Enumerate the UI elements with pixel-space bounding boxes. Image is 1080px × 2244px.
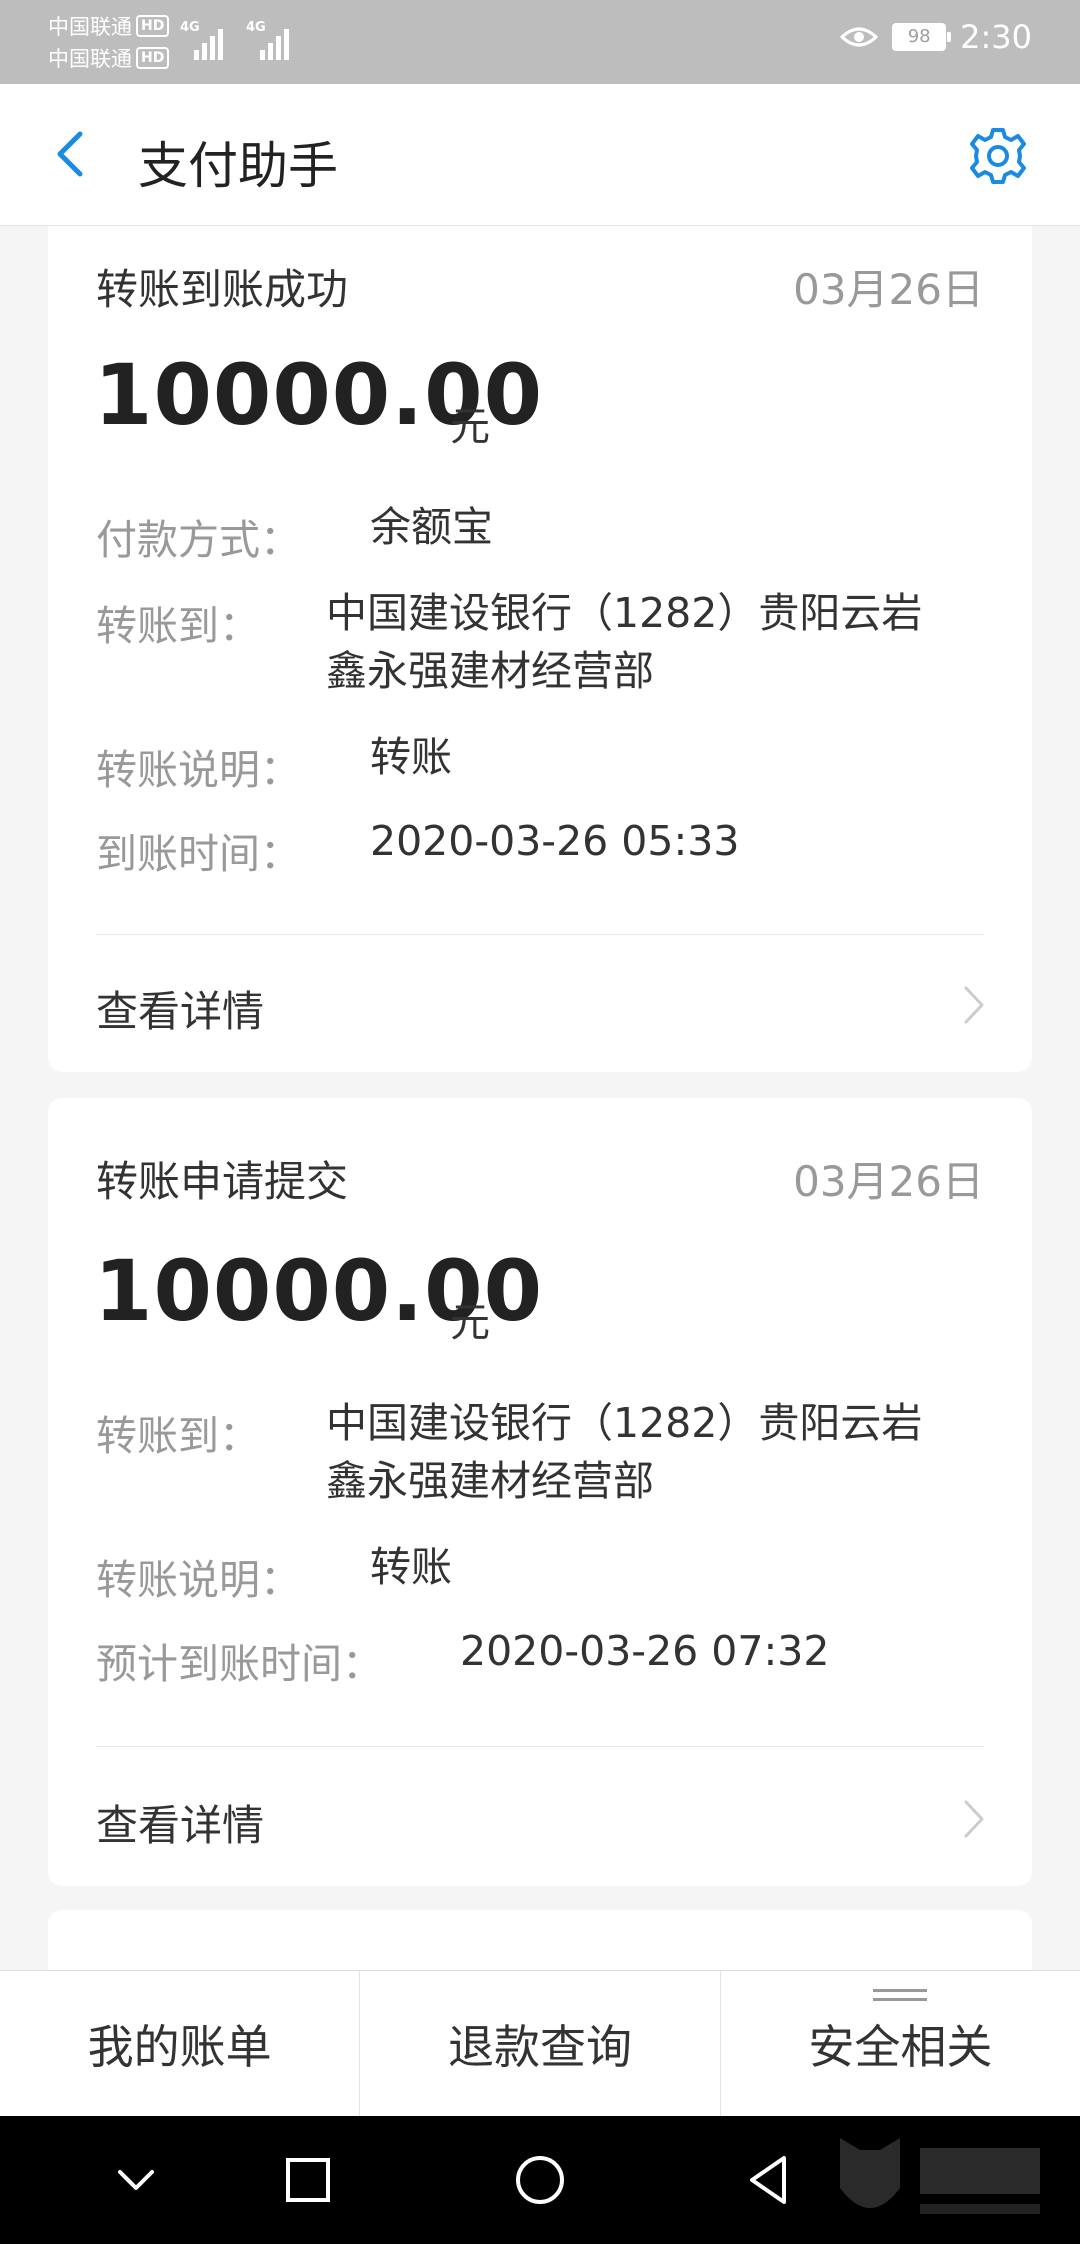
- transfer-to-value-line1: 中国建设银行（1282）贵阳云岩: [326, 589, 923, 637]
- carrier-2: 中国联通 HD: [48, 42, 170, 74]
- tab-label: 退款查询: [447, 2019, 632, 2074]
- amount-unit: 元: [450, 404, 490, 450]
- payment-method-label: 付款方式：: [96, 516, 301, 564]
- transfer-to-value-line2: 鑫永强建材经营部: [326, 1457, 654, 1505]
- status-bar: 中国联通 HD 中国联通 HD 4G 4G 98 2:30: [0, 0, 1080, 84]
- back-button[interactable]: [42, 124, 102, 184]
- menu-icon: [873, 1989, 928, 2003]
- bottom-tab-bar: 我的账单 退款查询 安全相关: [0, 1970, 1080, 2116]
- eye-comfort-icon: [840, 27, 879, 47]
- signal-2-icon: 4G: [246, 20, 294, 60]
- back-triangle-icon[interactable]: [738, 2148, 802, 2212]
- tab-label: 我的账单: [87, 2019, 272, 2074]
- transfer-success-card: 转账到账成功 03月26日 10000.00 元 付款方式： 余额宝 转账到： …: [48, 226, 1032, 1072]
- tab-my-bills[interactable]: 我的账单: [0, 1971, 359, 2116]
- network-2-label: 4G: [246, 20, 266, 35]
- transfer-request-card: 转账申请提交 03月26日 10000.00 元 转账到： 中国建设银行（128…: [48, 1098, 1032, 1886]
- view-details-label: 查看详情: [96, 987, 265, 1036]
- watermark-cat-logo: [840, 2138, 1040, 2214]
- hd-badge-2: HD: [136, 47, 170, 69]
- card-title: 转账到账成功: [96, 265, 349, 314]
- transfer-note-value: 转账: [370, 1543, 452, 1591]
- chevron-right-icon: [964, 986, 984, 1024]
- hd-badge-1: HD: [136, 15, 170, 37]
- expected-arrival-label: 预计到账时间：: [96, 1640, 383, 1688]
- divider: [96, 934, 984, 935]
- transfer-note-label: 转账说明：: [96, 1556, 301, 1604]
- status-right: 98 2:30: [840, 18, 1032, 56]
- arrival-time-label: 到账时间：: [96, 830, 301, 878]
- tab-refund-query[interactable]: 退款查询: [359, 1971, 719, 2116]
- tab-security[interactable]: 安全相关: [719, 1971, 1080, 2116]
- card-date: 03月26日: [793, 1157, 984, 1206]
- transfer-note-label: 转账说明：: [96, 746, 301, 794]
- view-details-label: 查看详情: [96, 1801, 265, 1850]
- card-title: 转账申请提交: [96, 1157, 349, 1206]
- chevron-down-icon[interactable]: [104, 2148, 168, 2212]
- transfer-to-label: 转账到：: [96, 602, 260, 650]
- page-title: 支付助手: [138, 137, 338, 195]
- amount-unit: 元: [450, 1300, 490, 1346]
- recents-icon[interactable]: [276, 2148, 340, 2212]
- carrier-list: 中国联通 HD 中国联通 HD: [48, 10, 170, 74]
- chevron-right-icon: [964, 1800, 984, 1838]
- carrier-1: 中国联通 HD: [48, 10, 170, 42]
- app-bar: 支付助手: [0, 84, 1080, 226]
- gear-icon: [970, 128, 1026, 184]
- battery-icon: 98: [892, 23, 952, 51]
- signal-group: 4G 4G: [180, 20, 294, 60]
- arrival-time-value: 2020-03-26 05:33: [370, 817, 740, 865]
- divider: [96, 1746, 984, 1747]
- tab-label: 安全相关: [808, 2019, 993, 2074]
- chevron-left-icon: [57, 131, 83, 177]
- view-details-row[interactable]: 查看详情: [48, 936, 1032, 1072]
- carrier-2-label: 中国联通: [48, 47, 132, 71]
- settings-button[interactable]: [966, 124, 1030, 188]
- status-time: 2:30: [960, 18, 1032, 56]
- transfer-to-value-line2: 鑫永强建材经营部: [326, 647, 654, 695]
- carrier-1-label: 中国联通: [48, 15, 132, 39]
- transfer-to-label: 转账到：: [96, 1412, 260, 1460]
- network-1-label: 4G: [180, 20, 200, 35]
- signal-1-icon: 4G: [180, 20, 228, 60]
- transfer-to-value-line1: 中国建设银行（1282）贵阳云岩: [326, 1399, 923, 1447]
- payment-method-value: 余额宝: [370, 503, 493, 551]
- home-icon[interactable]: [508, 2148, 572, 2212]
- expected-arrival-value: 2020-03-26 07:32: [460, 1627, 830, 1675]
- card-date: 03月26日: [793, 265, 984, 314]
- transfer-note-value: 转账: [370, 733, 452, 781]
- view-details-row[interactable]: 查看详情: [48, 1748, 1032, 1886]
